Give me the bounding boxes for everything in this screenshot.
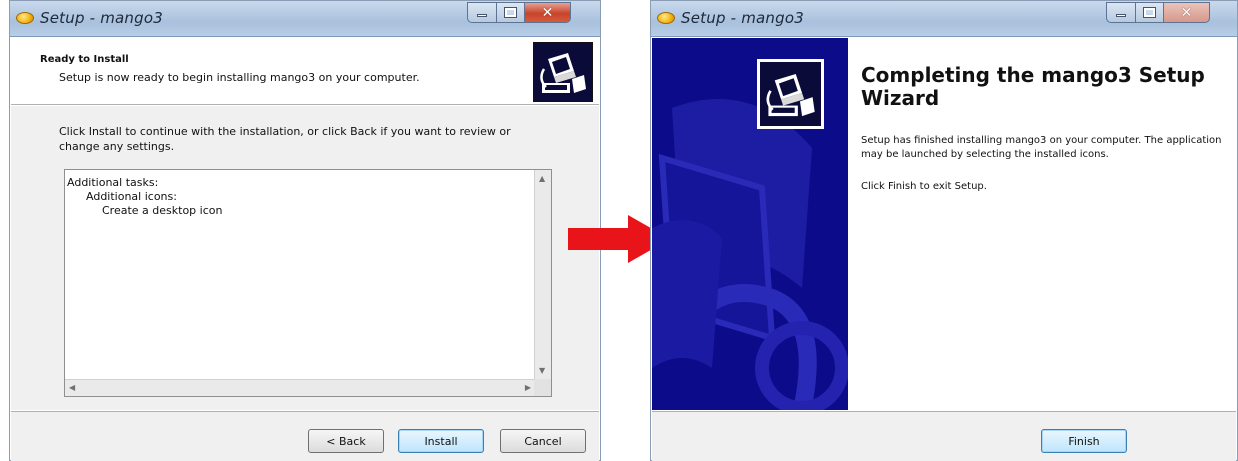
scroll-left-icon[interactable]: ◀: [69, 383, 75, 393]
back-button[interactable]: < Back: [308, 429, 384, 453]
mango-app-icon: [657, 12, 675, 24]
wizard-body: Completing the mango3 Setup Wizard Setup…: [848, 38, 1236, 410]
button-bar: < Back Install Cancel: [11, 411, 599, 461]
minimize-icon: [477, 14, 487, 17]
scroll-up-icon[interactable]: ▲: [539, 174, 545, 184]
page-title: Ready to Install: [40, 54, 129, 65]
scroll-right-icon[interactable]: ▶: [525, 383, 531, 393]
instructions-text: Click Install to continue with the insta…: [59, 125, 511, 153]
vertical-scrollbar[interactable]: ▲ ▼: [534, 170, 551, 380]
horizontal-scrollbar[interactable]: ◀ ▶: [65, 379, 535, 396]
setup-computer-icon: [533, 42, 593, 102]
title-bar[interactable]: Setup - mango3 ✕: [10, 1, 600, 37]
memo-line-desktop-icon: Create a desktop icon: [102, 204, 223, 217]
cancel-button[interactable]: Cancel: [500, 429, 586, 453]
maximize-button[interactable]: [1136, 2, 1164, 23]
maximize-icon: [504, 7, 517, 18]
scroll-down-icon[interactable]: ▼: [539, 366, 545, 376]
maximize-button[interactable]: [497, 2, 525, 23]
page-title: Completing the mango3 Setup Wizard: [861, 63, 1205, 110]
memo-line-icons: Additional icons:: [86, 190, 177, 203]
minimize-icon: [1116, 14, 1126, 17]
exit-instructions: Click Finish to exit Setup.: [861, 181, 987, 192]
ready-memo-box[interactable]: Additional tasks: Additional icons: Crea…: [64, 169, 552, 397]
install-button[interactable]: Install: [398, 429, 484, 453]
wizard-header: Ready to Install Setup is now ready to b…: [11, 38, 599, 105]
mango-app-icon: [16, 12, 34, 24]
setup-window-ready: Setup - mango3 ✕ Ready to Install Setup …: [9, 0, 601, 461]
memo-line-tasks: Additional tasks:: [67, 176, 159, 189]
close-button[interactable]: ✕: [1164, 2, 1210, 23]
finish-button[interactable]: Finish: [1041, 429, 1127, 453]
page-subtitle: Setup is now ready to begin installing m…: [59, 71, 420, 84]
button-bar: Finish: [652, 411, 1236, 461]
title-bar[interactable]: Setup - mango3 ✕: [651, 1, 1237, 37]
setup-window-finished: Setup - mango3 ✕ Completing the mango3 S…: [650, 0, 1238, 461]
scrollbar-corner: [534, 379, 551, 396]
window-controls: ✕: [467, 2, 571, 23]
close-button[interactable]: ✕: [525, 2, 571, 23]
minimize-button[interactable]: [467, 2, 497, 23]
minimize-button[interactable]: [1106, 2, 1136, 23]
close-icon: ✕: [1180, 4, 1193, 21]
window-title: Setup - mango3: [681, 9, 804, 27]
window-title: Setup - mango3: [40, 9, 163, 27]
close-icon: ✕: [541, 4, 554, 21]
wizard-side-banner: [652, 38, 848, 410]
wizard-body: Click Install to continue with the insta…: [11, 106, 599, 410]
setup-computer-icon: [757, 59, 824, 129]
finished-text: Setup has finished installing mango3 on …: [861, 135, 1222, 160]
window-controls: ✕: [1106, 2, 1210, 23]
maximize-icon: [1143, 7, 1156, 18]
